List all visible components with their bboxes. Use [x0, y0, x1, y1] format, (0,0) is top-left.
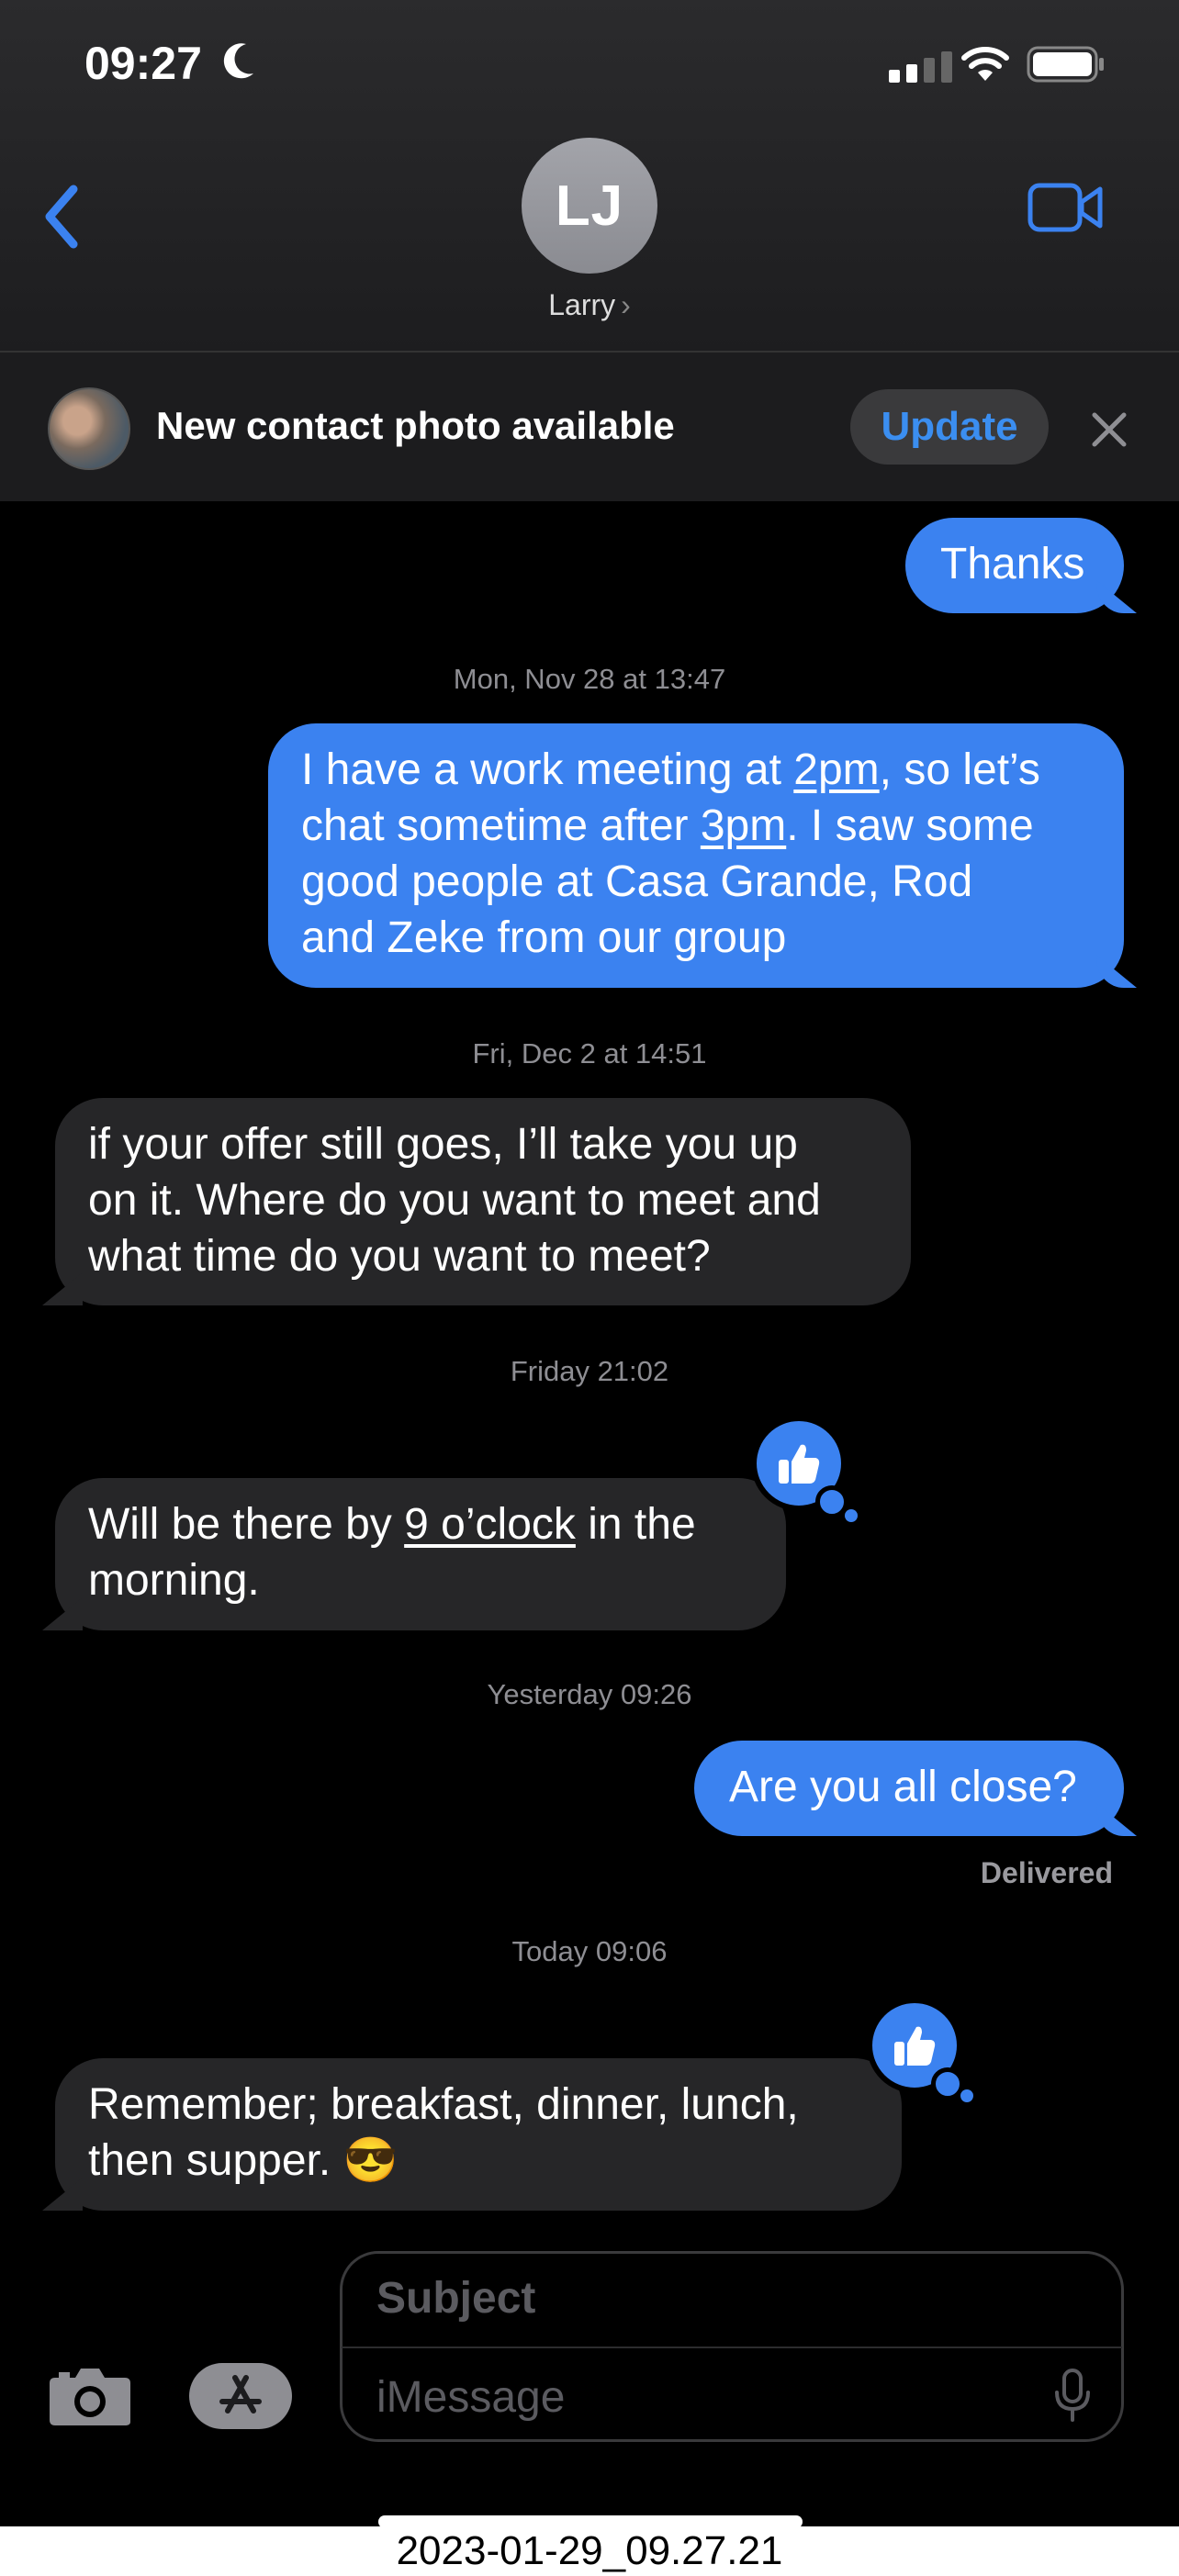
back-chevron-icon[interactable] — [37, 180, 84, 253]
reaction-tail — [931, 2067, 964, 2100]
wifi-icon — [961, 47, 1009, 81]
incoming-message[interactable]: if your offer still goes, I’ll take you … — [55, 1098, 911, 1305]
banner-text: New contact photo available — [156, 404, 675, 447]
thumbs-up-icon — [779, 1444, 820, 1484]
compose-divider — [342, 2346, 1122, 2348]
contact-name-label: Larry — [548, 288, 616, 321]
reaction-tail — [845, 1509, 858, 1522]
timestamp: Today 09:06 — [511, 1935, 668, 1967]
message-line: morning. — [88, 1556, 260, 1605]
subject-field[interactable]: Subject — [376, 2273, 535, 2324]
outgoing-message[interactable]: Thanks — [905, 518, 1124, 613]
conversation-header: 09:27 LJ Larry › — [0, 0, 1179, 353]
contact-name-chevron: › — [621, 288, 631, 321]
screenshot-caption: 2023-01-29_09.27.21 — [0, 2526, 1179, 2576]
time-link[interactable]: 3pm — [701, 801, 786, 850]
message-text: Thanks — [940, 540, 1085, 588]
incoming-message[interactable]: Will be there by 9 o’clock in the mornin… — [55, 1478, 786, 1630]
timestamp: Friday 21:02 — [510, 1355, 669, 1387]
message-line: chat sometime after 3pm. I saw some — [301, 801, 1034, 850]
message-text: Are you all close? — [729, 1763, 1077, 1811]
battery-icon — [1027, 46, 1104, 83]
reaction-tail — [815, 1485, 848, 1518]
update-button[interactable]: Update — [850, 389, 1049, 465]
app-store-button[interactable] — [189, 2363, 292, 2429]
timestamp: Fri, Dec 2 at 14:51 — [472, 1037, 707, 1070]
facetime-video-icon[interactable] — [1027, 180, 1104, 235]
message-line: good people at Casa Grande, Rod — [301, 857, 973, 906]
message-line: then supper. 😎 — [88, 2136, 399, 2185]
message-line: Will be there by 9 o’clock in the — [88, 1500, 696, 1549]
cellular-signal-icon — [889, 51, 952, 83]
status-time: 09:27 — [84, 38, 202, 89]
close-icon[interactable] — [1089, 409, 1129, 450]
timestamp: Yesterday 09:26 — [487, 1678, 692, 1710]
thumbs-up-icon — [894, 2026, 936, 2066]
outgoing-message[interactable]: I have a work meeting at 2pm, so let’s c… — [268, 723, 1124, 988]
app-store-icon — [219, 2375, 262, 2414]
reaction-tail — [960, 2089, 973, 2102]
camera-icon[interactable] — [48, 2365, 132, 2427]
outgoing-message[interactable]: Are you all close? — [694, 1741, 1124, 1836]
moon-icon — [223, 43, 253, 79]
contact-avatar[interactable]: LJ — [522, 138, 657, 274]
delivery-status: Delivered — [980, 1856, 1113, 1889]
message-line: and Zeke from our group — [301, 913, 787, 962]
message-line: if your offer still goes, I’ll take you … — [88, 1120, 798, 1169]
time-link[interactable]: 2pm — [793, 745, 879, 794]
contact-photo-thumbnail — [48, 387, 130, 470]
imessage-input[interactable]: iMessage — [376, 2372, 565, 2423]
message-line: what time do you want to meet? — [88, 1232, 711, 1281]
time-link[interactable]: 9 o’clock — [404, 1500, 576, 1549]
timestamp: Mon, Nov 28 at 13:47 — [453, 663, 726, 695]
message-line: Remember; breakfast, dinner, lunch, — [88, 2080, 799, 2129]
message-line: on it. Where do you want to meet and — [88, 1176, 821, 1225]
contact-name[interactable]: Larry › — [498, 288, 681, 322]
incoming-message[interactable]: Remember; breakfast, dinner, lunch, then… — [55, 2058, 902, 2211]
microphone-icon[interactable] — [1052, 2369, 1093, 2424]
message-line: I have a work meeting at 2pm, so let’s — [301, 745, 1040, 794]
